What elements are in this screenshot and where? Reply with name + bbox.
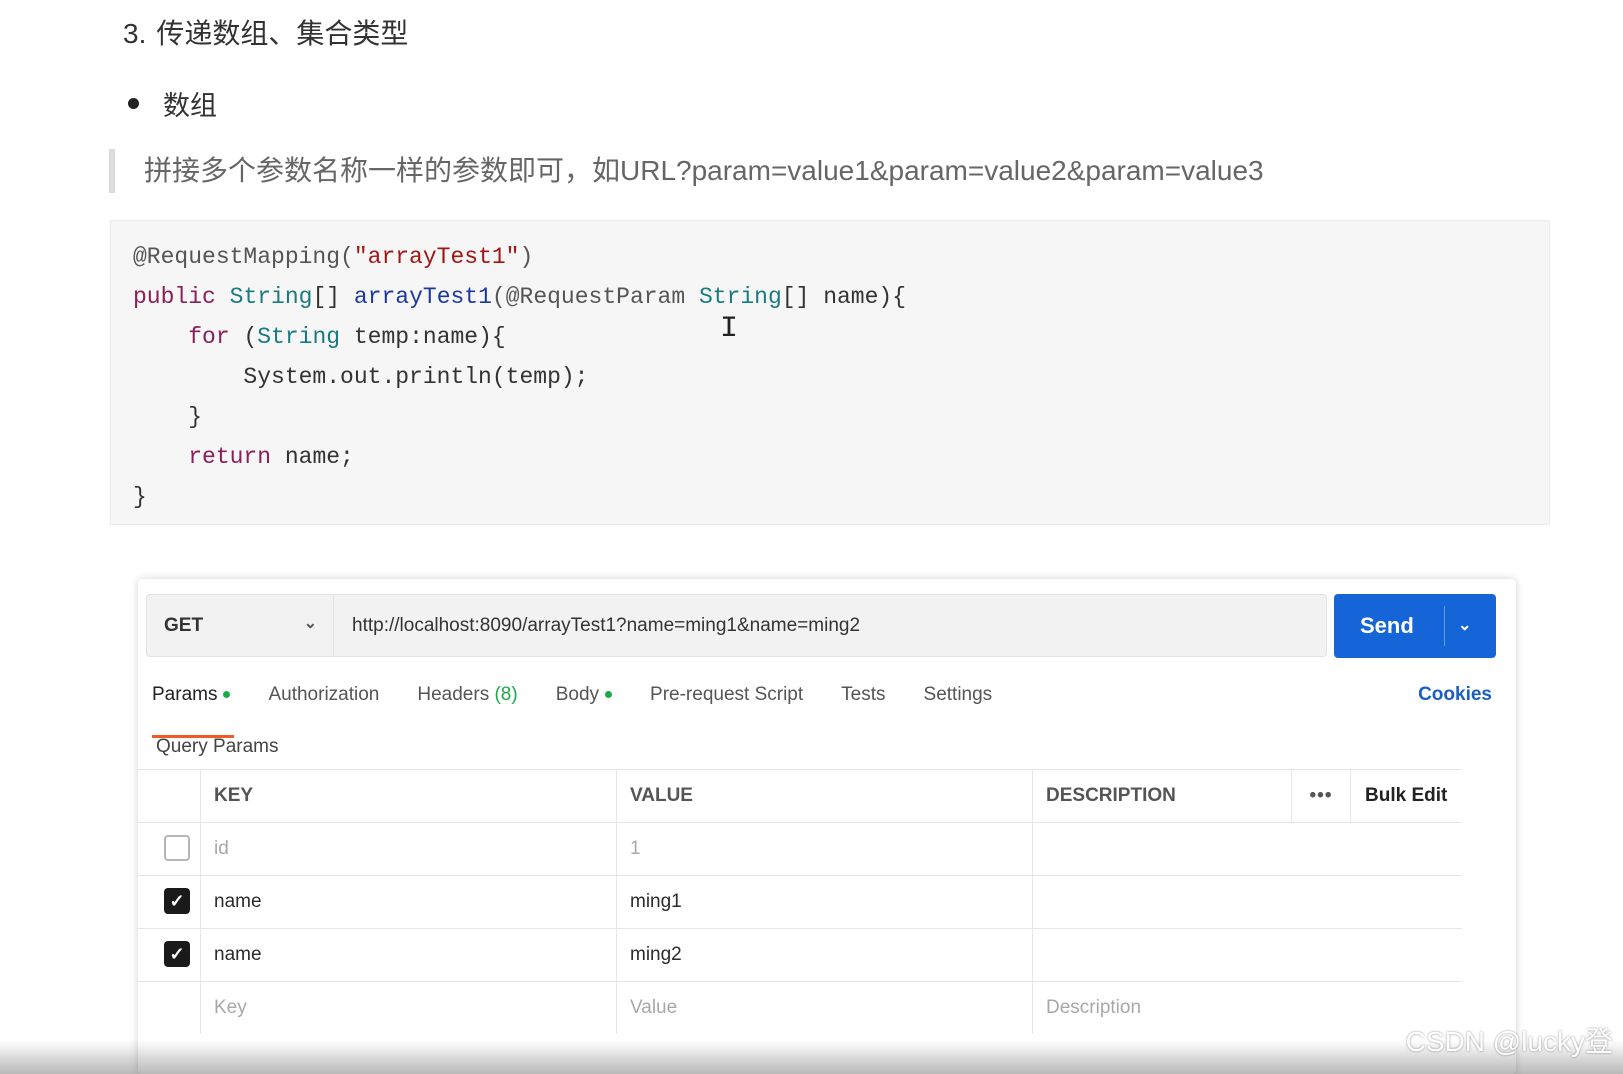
code-token: String [229, 284, 313, 310]
code-token: } [133, 484, 147, 510]
code-token: arrayTest1 [353, 284, 492, 310]
param-checkbox[interactable] [164, 835, 190, 861]
code-token: (@RequestParam [491, 284, 699, 310]
headers-count: (8) [494, 684, 518, 705]
tab-label: Tests [841, 684, 886, 705]
url-input[interactable]: http://localhost:8090/arrayTest1?name=mi… [352, 595, 860, 656]
tab-params[interactable]: Params [152, 684, 235, 738]
new-description-input[interactable]: Description [1032, 982, 1291, 1034]
param-description[interactable] [1032, 876, 1291, 928]
blockquote: 拼接多个参数名称一样的参数即可，如URL?param=value1&param=… [109, 149, 1264, 193]
bullet-item: 数组 [128, 84, 217, 123]
code-token: public [133, 284, 216, 310]
tab-prerequest-script[interactable]: Pre-request Script [650, 684, 803, 724]
watermark: CSDN @lucky登 [1405, 1026, 1613, 1057]
send-button[interactable]: Send ⌄ [1334, 594, 1496, 658]
tab-authorization[interactable]: Authorization [268, 684, 379, 724]
chevron-down-icon: ⌄ [303, 615, 317, 632]
new-value-input[interactable]: Value [616, 982, 1032, 1034]
code-token: [] [312, 284, 354, 310]
heading-text: 传递数组、集合类型 [156, 18, 409, 49]
code-block: @RequestMapping("arrayTest1") public Str… [110, 220, 1550, 525]
tab-label: Body [555, 684, 600, 705]
bullet-dot-icon [128, 98, 139, 109]
param-description[interactable] [1032, 823, 1291, 875]
tab-settings[interactable]: Settings [924, 684, 993, 724]
code-token: name; [271, 444, 354, 470]
send-divider [1444, 606, 1445, 646]
table-row-new: Key Value Description [138, 981, 1462, 1034]
more-options-icon[interactable]: ••• [1291, 770, 1350, 822]
status-dot-icon [223, 691, 231, 699]
tab-body[interactable]: Body [555, 684, 613, 724]
code-token: } [188, 404, 203, 430]
header-checkbox-cell [138, 770, 200, 822]
tab-label: Settings [923, 684, 993, 705]
bottom-shadow [0, 1040, 1623, 1074]
query-params-table: KEY VALUE DESCRIPTION ••• Bulk Edit id 1… [138, 769, 1462, 1034]
chevron-down-icon[interactable]: ⌄ [1458, 594, 1471, 658]
status-dot-icon [605, 691, 613, 699]
header-value: VALUE [616, 770, 1032, 822]
tab-tests[interactable]: Tests [841, 684, 885, 724]
code-token: ( [229, 324, 258, 350]
postman-request-panel: GET ⌄ http://localhost:8090/arrayTest1?n… [138, 579, 1516, 1074]
section-heading: 3. 传递数组、集合类型 [123, 12, 408, 52]
new-key-input[interactable]: Key [200, 982, 616, 1034]
code-token: return [188, 444, 272, 470]
param-key[interactable]: name [200, 876, 616, 928]
row-checkbox-cell: ✓ [138, 876, 200, 928]
query-params-title: Query Params [156, 736, 279, 757]
header-description: DESCRIPTION [1032, 770, 1291, 822]
row-checkbox-cell: ✓ [138, 929, 200, 981]
request-tabs: Params Authorization Headers (8) Body Pr… [152, 684, 1030, 738]
blockquote-text: 拼接多个参数名称一样的参数即可，如URL?param=value1&param=… [144, 155, 1264, 186]
param-value[interactable]: 1 [616, 823, 1032, 875]
code-token: for [188, 324, 230, 350]
param-value[interactable]: ming2 [616, 929, 1032, 981]
param-checkbox[interactable]: ✓ [164, 888, 190, 914]
tab-label: Pre-request Script [650, 684, 804, 705]
tab-label: Params [152, 684, 218, 705]
text-cursor-icon: I [720, 312, 739, 346]
header-key: KEY [200, 770, 616, 822]
param-checkbox[interactable]: ✓ [164, 941, 190, 967]
code-content: @RequestMapping("arrayTest1") public Str… [133, 237, 906, 517]
table-header-row: KEY VALUE DESCRIPTION ••• Bulk Edit [138, 769, 1462, 822]
table-row: ✓ name ming1 [138, 875, 1462, 928]
row-checkbox-cell [138, 982, 200, 1034]
tab-label: Authorization [268, 684, 380, 705]
tab-label: Headers [417, 684, 490, 705]
bullet-text: 数组 [163, 91, 217, 121]
tab-headers[interactable]: Headers (8) [417, 684, 517, 724]
code-token: String [257, 324, 341, 350]
heading-number: 3. [123, 18, 147, 49]
table-row: ✓ name ming2 [138, 928, 1462, 981]
method-select[interactable]: GET ⌄ [147, 595, 334, 656]
code-token: [] name){ [781, 284, 907, 310]
code-token: String [698, 284, 782, 310]
code-token: "arrayTest1" [353, 244, 520, 270]
bulk-edit-button[interactable]: Bulk Edit [1350, 770, 1462, 822]
param-key[interactable]: id [200, 823, 616, 875]
send-label: Send [1360, 613, 1414, 638]
url-bar: GET ⌄ http://localhost:8090/arrayTest1?n… [146, 594, 1327, 657]
row-checkbox-cell [138, 823, 200, 875]
code-token: ) [519, 244, 534, 270]
param-value[interactable]: ming1 [616, 876, 1032, 928]
table-row: id 1 [138, 822, 1462, 875]
code-token: System.out.println(temp); [243, 364, 589, 390]
code-token: temp:name){ [340, 324, 506, 350]
param-key[interactable]: name [200, 929, 616, 981]
param-description[interactable] [1032, 929, 1291, 981]
code-token: @RequestMapping( [133, 244, 354, 270]
method-label: GET [164, 614, 204, 636]
cookies-link[interactable]: Cookies [1418, 684, 1492, 706]
